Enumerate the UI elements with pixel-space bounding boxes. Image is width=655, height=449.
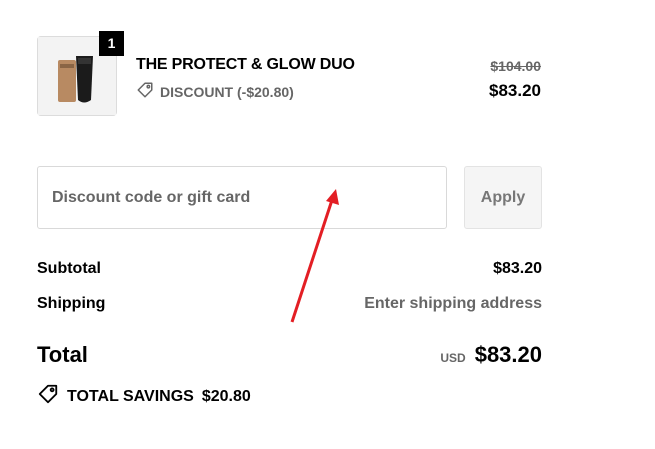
discount-label: DISCOUNT (-$20.80) (160, 83, 294, 100)
item-discount: DISCOUNT (-$20.80) (136, 81, 294, 102)
tag-icon (136, 81, 154, 102)
total-savings: TOTAL SAVINGS $20.80 (37, 383, 251, 410)
item-price: $83.20 (489, 81, 541, 100)
total-label: Total (37, 342, 88, 367)
currency-code: USD (440, 351, 466, 365)
subtotal-label: Subtotal (37, 260, 101, 277)
quantity-badge: 1 (99, 31, 124, 56)
tag-icon (37, 383, 59, 410)
original-price: $104.00 (490, 58, 541, 74)
product-name: THE PROTECT & GLOW DUO (136, 56, 355, 73)
savings-value: $20.80 (201, 387, 251, 405)
savings-label: TOTAL SAVINGS (67, 387, 194, 405)
subtotal-value: $83.20 (493, 260, 542, 277)
total-price: $83.20 (474, 342, 542, 367)
total-amount: USD $83.20 (440, 342, 542, 368)
shipping-label: Shipping (37, 295, 106, 312)
shipping-value: Enter shipping address (364, 295, 542, 312)
discount-code-input[interactable] (37, 166, 447, 229)
apply-button[interactable]: Apply (464, 166, 542, 229)
